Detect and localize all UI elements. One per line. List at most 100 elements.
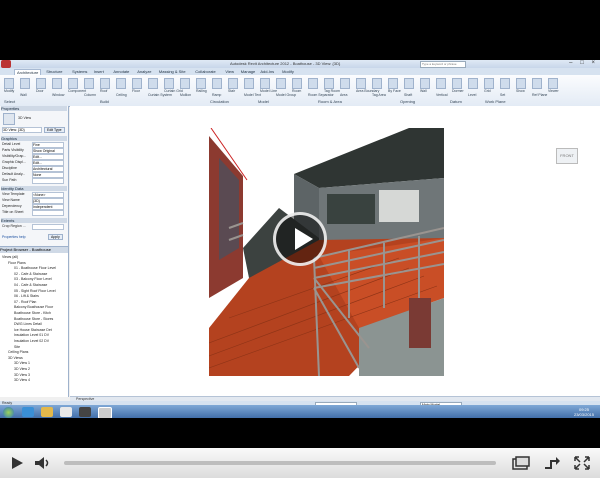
browser-item[interactable]: 06 - Lift & Stairs [14, 294, 39, 298]
apply-button[interactable]: Apply [48, 234, 63, 240]
revit-taskbar-icon[interactable] [98, 407, 112, 418]
ribbon-button[interactable] [308, 78, 318, 89]
ribbon-tab[interactable]: Collaborate [195, 69, 215, 74]
ribbon-tab[interactable]: Systems [72, 69, 87, 74]
browser-item[interactable]: 3D View 1 [14, 361, 30, 365]
media-player-icon[interactable] [60, 407, 72, 417]
ribbon-tab[interactable]: Manage [241, 69, 255, 74]
browser-item[interactable]: Boathouse Store - Kitch [14, 311, 51, 315]
property-value[interactable] [32, 224, 64, 230]
property-value[interactable] [32, 210, 64, 216]
ribbon-button[interactable] [68, 78, 78, 89]
ribbon-button[interactable] [260, 78, 270, 89]
browser-item[interactable]: Site [14, 345, 20, 349]
ribbon-button[interactable] [452, 78, 462, 89]
ribbon-button[interactable] [36, 78, 46, 89]
share-icon[interactable] [543, 456, 561, 470]
browser-item[interactable]: DWG Lines Detail [14, 322, 42, 326]
browser-item[interactable]: Insulation Level 02 DV [14, 339, 49, 343]
close-button[interactable]: × [591, 60, 598, 66]
browser-item[interactable]: Views (all) [2, 255, 18, 259]
browser-item[interactable]: 02 - Cafe & Staircase [14, 272, 47, 276]
ribbon-button[interactable] [532, 78, 542, 89]
ribbon-button[interactable] [212, 78, 222, 89]
type-selector[interactable]: 3D View: {3D} [2, 127, 42, 133]
properties-help-link[interactable]: Properties help [2, 235, 26, 239]
ribbon-button[interactable] [4, 78, 14, 89]
minimize-button[interactable]: – [569, 60, 575, 66]
browser-item[interactable]: 07 - Roof Plan [14, 300, 36, 304]
internet-explorer-icon[interactable] [22, 407, 34, 417]
edit-type-button[interactable]: Edit Type [44, 127, 65, 133]
ribbon-button[interactable] [500, 78, 510, 89]
browser-item[interactable]: 3D Views [8, 356, 23, 360]
ribbon-tab[interactable]: View [225, 69, 234, 74]
ribbon-tab[interactable]: Analyze [137, 69, 151, 74]
video-scrubber[interactable] [64, 461, 496, 465]
browser-item[interactable]: 03 - Balcony Floor Level [14, 277, 52, 281]
ribbon-button[interactable] [404, 78, 414, 89]
ribbon-button[interactable] [228, 78, 238, 89]
ribbon-button-label: Tag Room [324, 89, 340, 93]
play-icon[interactable] [10, 456, 24, 470]
browser-item[interactable]: 05 - Sight Roof Floor Level [14, 289, 56, 293]
volume-icon[interactable] [34, 456, 52, 470]
viewcube-icon[interactable]: FRONT [556, 148, 578, 164]
ribbon-tab[interactable]: Massing & Site [159, 69, 186, 74]
browser-item[interactable]: 04 - Cafe & Staircase [14, 283, 47, 287]
ribbon-button[interactable] [244, 78, 254, 89]
browser-item[interactable]: 3D View 4 [14, 378, 30, 382]
start-orb-icon[interactable] [3, 407, 14, 418]
ribbon-button[interactable] [324, 78, 334, 89]
ribbon-tab[interactable]: Modify [282, 69, 294, 74]
browser-item[interactable]: Ceiling Plans [8, 350, 28, 354]
ribbon-button[interactable] [292, 78, 302, 89]
ribbon-tab[interactable]: Structure [46, 69, 62, 74]
browser-item[interactable]: Boathouse Store - Stores [14, 317, 53, 321]
ribbon-button[interactable] [52, 78, 62, 89]
fullscreen-icon[interactable] [574, 456, 590, 470]
ribbon-button[interactable] [356, 78, 366, 89]
property-section-header[interactable]: Identity Data [1, 186, 67, 191]
app-menu-button[interactable] [1, 60, 11, 68]
ribbon-button[interactable] [340, 78, 350, 89]
ribbon-tab[interactable]: Add-Ins [260, 69, 274, 74]
search-input[interactable]: Type a keyword or phrase [420, 61, 466, 68]
browser-item[interactable]: 3D View 2 [14, 367, 30, 371]
3d-perspective-view[interactable] [209, 128, 444, 376]
file-explorer-icon[interactable] [41, 407, 53, 417]
ribbon-button[interactable] [372, 78, 382, 89]
ribbon-button[interactable] [468, 78, 478, 89]
ribbon-button[interactable] [516, 78, 526, 89]
ribbon-button[interactable] [132, 78, 142, 89]
ribbon-button[interactable] [196, 78, 206, 89]
ribbon-button[interactable] [20, 78, 30, 89]
ribbon-button[interactable] [276, 78, 286, 89]
browser-item[interactable]: Floor Plans [8, 261, 26, 265]
ribbon-tab[interactable]: Annotate [113, 69, 129, 74]
ribbon-button[interactable] [180, 78, 190, 89]
property-section-header[interactable]: Graphics [1, 136, 67, 141]
property-value[interactable] [32, 178, 64, 184]
browser-item[interactable]: 3D View 3 [14, 373, 30, 377]
browser-item[interactable]: Ice House Staircase Det [14, 328, 52, 332]
ribbon-button[interactable] [388, 78, 398, 89]
ribbon-button[interactable] [148, 78, 158, 89]
property-section-header[interactable]: Extents [1, 218, 67, 223]
ribbon-button[interactable] [84, 78, 94, 89]
ribbon-button[interactable] [164, 78, 174, 89]
browser-item[interactable]: Balcony Boathouse Floor [14, 305, 53, 309]
browser-item[interactable]: 01 - Boathouse Floor Level [14, 266, 56, 270]
play-video-button[interactable] [273, 212, 327, 266]
ribbon-button[interactable] [100, 78, 110, 89]
ribbon-button[interactable] [484, 78, 494, 89]
recorder-icon[interactable] [79, 407, 91, 417]
pop-out-icon[interactable] [512, 456, 530, 470]
ribbon-button[interactable] [116, 78, 126, 89]
ribbon-tab[interactable]: Insert [94, 69, 104, 74]
ribbon-button[interactable] [436, 78, 446, 89]
ribbon-button[interactable] [548, 78, 558, 89]
maximize-button[interactable]: □ [580, 60, 587, 66]
ribbon-button[interactable] [420, 78, 430, 89]
browser-item[interactable]: Insulation Level 01 DV [14, 333, 49, 337]
